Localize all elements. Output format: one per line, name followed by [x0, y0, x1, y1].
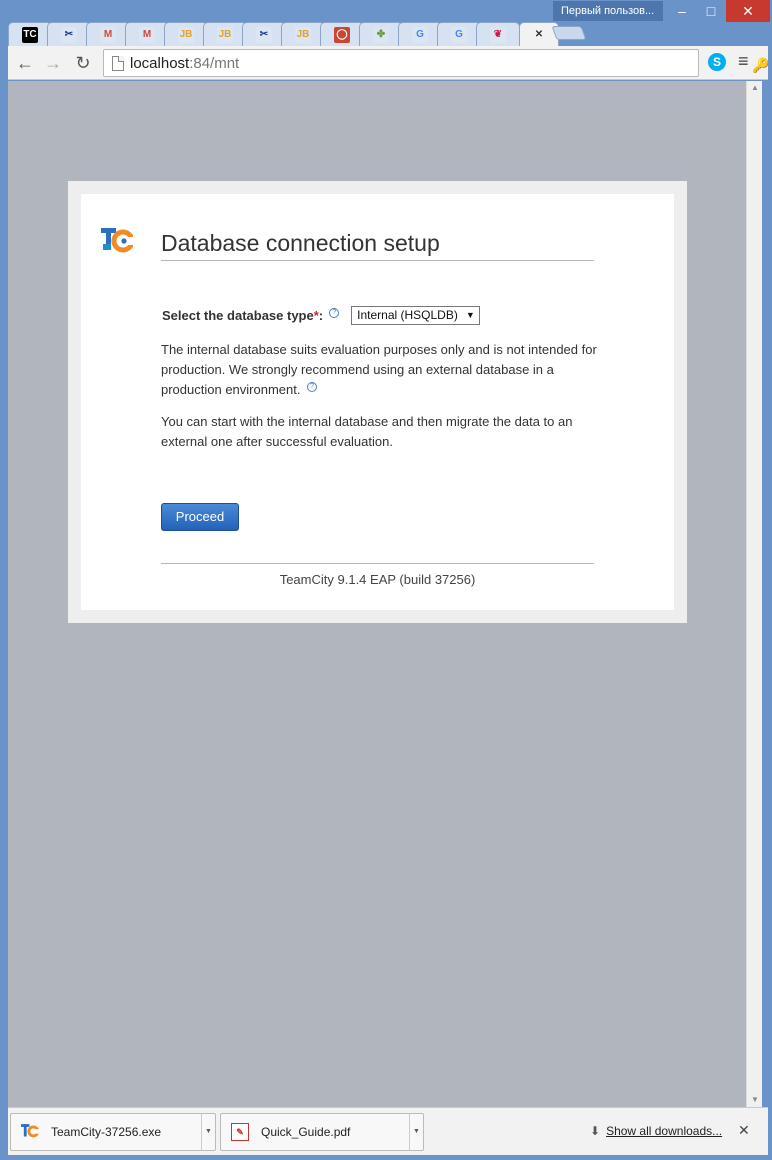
footer-divider — [161, 563, 594, 564]
gmail-favicon: M — [139, 26, 155, 43]
tab[interactable]: TC — [8, 22, 52, 46]
download-item[interactable]: TeamCity-37256.exe ▼ — [10, 1113, 216, 1151]
tab[interactable]: M — [86, 22, 130, 46]
oracle-favicon: ◯ — [334, 26, 350, 43]
tab[interactable]: JB — [203, 22, 247, 46]
vertical-scrollbar[interactable]: ▲ ▼ — [746, 81, 762, 1107]
show-all-downloads-link[interactable]: ⬇ Show all downloads... — [590, 1124, 722, 1138]
google-favicon: G — [412, 26, 428, 43]
tools-favicon: ✂ — [256, 26, 272, 43]
address-bar[interactable]: localhost:84/mnt 🔑 ☆ — [103, 49, 769, 77]
key-icon[interactable]: 🔑 — [752, 57, 769, 74]
reload-button[interactable]: ↻ — [70, 51, 96, 75]
forward-button[interactable]: → — [40, 51, 66, 75]
proceed-button[interactable]: Proceed — [161, 503, 239, 531]
teamcity-logo — [101, 228, 133, 253]
title-divider — [161, 260, 594, 261]
tab[interactable]: G — [398, 22, 442, 46]
page-title: Database connection setup — [161, 230, 440, 256]
scroll-down-arrow-icon[interactable]: ▼ — [747, 1093, 763, 1107]
gmail-favicon: M — [100, 26, 116, 43]
setup-card-border: Database connection setup Select the dat… — [68, 181, 687, 623]
browser-window: Первый пользов... – □ ✕ TC ✂ M M JB JB ✂ JB ◯ ✤ G G… — [0, 0, 772, 1160]
version-footer: TeamCity 9.1.4 EAP (build 37256) — [279, 572, 476, 587]
tab[interactable]: ❦ — [476, 22, 520, 46]
tools-favicon: ✂ — [61, 26, 77, 43]
back-button[interactable]: ← — [12, 51, 38, 75]
raspberry-favicon: ❦ — [490, 26, 506, 43]
database-type-label: Select the database type*: — [162, 308, 324, 323]
window-close-button[interactable]: ✕ — [726, 0, 770, 22]
jetbrains-favicon: JB — [295, 26, 311, 43]
user-profile-badge[interactable]: Первый пользов... — [553, 1, 663, 21]
google-favicon: G — [451, 26, 467, 43]
skype-extension-icon[interactable]: S — [708, 53, 726, 71]
tab[interactable]: ◯ — [320, 22, 364, 46]
teamcity-favicon: TC — [22, 26, 38, 43]
download-filename: Quick_Guide.pdf — [261, 1125, 351, 1139]
database-type-row: Select the database type*: ? Internal (H… — [162, 306, 480, 325]
tab[interactable]: ✂ — [242, 22, 286, 46]
dropdown-arrow-icon: ▼ — [465, 310, 475, 320]
tab[interactable]: ✤ — [359, 22, 403, 46]
download-options-arrow-icon[interactable]: ▼ — [201, 1114, 215, 1150]
database-type-select[interactable]: Internal (HSQLDB) ▼ — [351, 306, 480, 325]
download-arrow-icon: ⬇ — [590, 1124, 601, 1138]
tab-strip: TC ✂ M M JB JB ✂ JB ◯ ✤ G G ❦ ✕ — [8, 20, 768, 46]
help-icon[interactable]: ? — [329, 307, 340, 318]
puzzle-favicon: ✤ — [373, 26, 389, 43]
help-icon[interactable]: ? — [307, 382, 318, 392]
page-icon — [112, 56, 124, 71]
tab[interactable]: ✂ — [47, 22, 91, 46]
download-item[interactable]: ✎ Quick_Guide.pdf ▼ — [220, 1113, 424, 1151]
migration-note: You can start with the internal database… — [161, 414, 573, 449]
pdf-file-icon: ✎ — [231, 1123, 249, 1141]
tab[interactable]: JB — [164, 22, 208, 46]
close-download-shelf-icon[interactable]: ✕ — [738, 1122, 750, 1139]
tab[interactable]: M — [125, 22, 169, 46]
new-tab-button[interactable] — [551, 26, 587, 40]
jetbrains-favicon: JB — [217, 26, 233, 43]
page-viewport: Database connection setup Select the dat… — [8, 81, 746, 1107]
setup-card: Database connection setup Select the dat… — [81, 194, 674, 610]
jetbrains-favicon: JB — [178, 26, 194, 43]
teamcity-file-icon — [21, 1123, 39, 1141]
minimize-button[interactable]: – — [668, 0, 696, 22]
menu-icon[interactable]: ≡ — [738, 51, 749, 72]
maximize-button[interactable]: □ — [697, 0, 725, 22]
scroll-up-arrow-icon[interactable]: ▲ — [747, 81, 763, 95]
download-options-arrow-icon[interactable]: ▼ — [409, 1114, 423, 1150]
url-text[interactable]: localhost:84/mnt — [130, 55, 239, 72]
internal-db-warning: The internal database suits evaluation p… — [161, 342, 597, 397]
download-filename: TeamCity-37256.exe — [51, 1125, 162, 1139]
close-icon[interactable]: ✕ — [531, 27, 547, 43]
tab[interactable]: G — [437, 22, 481, 46]
tab[interactable]: JB — [281, 22, 325, 46]
browser-toolbar: ← → ↻ localhost:84/mnt 🔑 ☆ S ≡ — [8, 46, 769, 80]
download-shelf: TeamCity-37256.exe ▼ ✎ Quick_Guide.pdf ▼… — [8, 1107, 768, 1155]
